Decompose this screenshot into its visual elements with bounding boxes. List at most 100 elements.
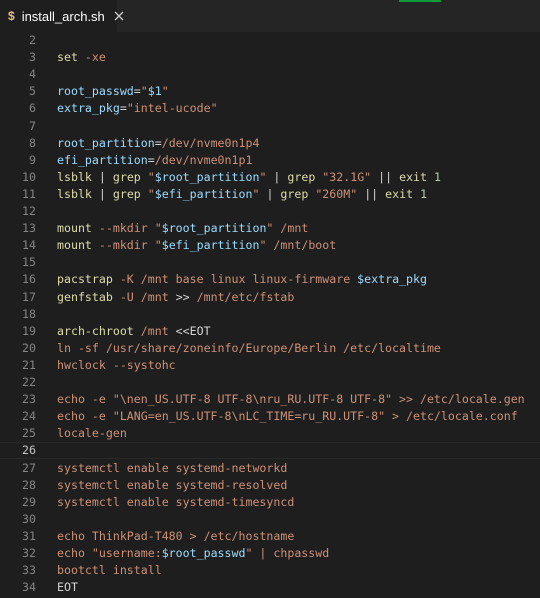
line-text: EOT — [57, 579, 78, 596]
code-token: = — [119, 101, 127, 116]
code-line[interactable]: 18 — [0, 306, 540, 323]
code-line[interactable]: 13 mount --mkdir "$root_partition" /mnt — [0, 220, 540, 237]
code-token: echo -e "LANG=en_US.UTF-8\nLC_TIME=ru_RU… — [57, 409, 518, 424]
code-line[interactable]: 17 genfstab -U /mnt >> /mnt/etc/fstab — [0, 289, 540, 306]
line-text: echo ThinkPad-T480 > /etc/hostname — [57, 528, 294, 545]
line-number: 8 — [29, 135, 36, 150]
code-token: --mkdir — [98, 238, 155, 253]
code-token: genfstab — [57, 289, 120, 304]
code-line[interactable]: 2 — [0, 32, 540, 49]
line-number: 14 — [22, 238, 36, 253]
line-text: mount --mkdir "$efi_partition" /mnt/boot — [57, 237, 336, 254]
code-token: $root_passwd — [161, 546, 246, 560]
code-token: hwclock --systohc — [57, 357, 176, 372]
code-token: >> — [175, 289, 197, 304]
line-text: set -xe — [57, 49, 106, 66]
line-number: 20 — [22, 340, 36, 355]
code-editor[interactable]: 2 3 set -xe 4 5 root_passwd="$1" 6 extra_pkg="i… — [0, 32, 540, 598]
code-line[interactable]: 30 — [0, 511, 540, 528]
line-number: 33 — [22, 563, 36, 578]
code-line[interactable]: 19 arch-chroot /mnt <<EOT — [0, 323, 540, 340]
code-token: /mnt — [280, 221, 309, 236]
code-line[interactable]: 27 systemctl enable systemd-networkd — [0, 460, 540, 477]
code-token: = — [133, 84, 141, 99]
line-number: 13 — [22, 221, 36, 236]
line-number: 3 — [29, 50, 36, 65]
code-line[interactable]: 7 — [0, 118, 540, 135]
code-line[interactable]: 14 mount --mkdir "$efi_partition" /mnt/bo… — [0, 237, 540, 254]
line-text: systemctl enable systemd-timesyncd — [57, 494, 294, 511]
code-line[interactable]: 16 pacstrap -K /mnt base linux linux-firm… — [0, 271, 540, 288]
line-number: 24 — [22, 409, 36, 424]
line-text: efi_partition=/dev/nvme0n1p1 — [57, 152, 252, 169]
code-line[interactable]: 22 — [0, 374, 540, 391]
line-number: 19 — [22, 323, 36, 338]
code-line[interactable]: 6 extra_pkg="intel-ucode" — [0, 100, 540, 117]
line-text: hwclock --systohc — [57, 357, 176, 374]
code-token: $extra_pkg — [357, 272, 427, 287]
line-number: 21 — [22, 357, 36, 372]
code-token: 1 — [434, 169, 441, 184]
code-line[interactable]: 29 systemctl enable systemd-timesyncd — [0, 494, 540, 511]
code-token: exit — [385, 186, 421, 201]
code-token: || — [378, 169, 400, 184]
code-line[interactable]: 24 echo -e "LANG=en_US.UTF-8\nLC_TIME=ru_… — [0, 408, 540, 425]
code-line[interactable]: 9 efi_partition=/dev/nvme0n1p1 — [0, 152, 540, 169]
line-number: 31 — [22, 528, 36, 543]
line-text: ln -sf /usr/share/zoneinfo/Europe/Berlin… — [57, 340, 441, 357]
tab-install-arch[interactable]: $ install_arch.sh — [0, 0, 124, 32]
line-text: systemctl enable systemd-resolved — [57, 477, 287, 494]
code-token: $1 — [147, 84, 162, 99]
code-line[interactable]: 34 EOT — [0, 579, 540, 596]
line-number: 4 — [29, 67, 36, 82]
code-line[interactable]: 3 set -xe — [0, 49, 540, 66]
code-token: "intel-ucode" — [126, 101, 218, 116]
code-line[interactable]: 10 lsblk | grep "$root_partition" | grep … — [0, 169, 540, 186]
code-token: | — [266, 186, 281, 201]
code-line[interactable]: 28 systemctl enable systemd-resolved — [0, 477, 540, 494]
editor-window: $ install_arch.sh 2 3 set -xe 4 5 root_passwd… — [0, 0, 540, 598]
code-line[interactable]: 32 echo "username:$root_passwd" | chpassw… — [0, 545, 540, 562]
code-line[interactable]: 26 — [0, 442, 540, 460]
line-number: 32 — [22, 546, 36, 560]
line-number: 28 — [22, 477, 36, 492]
code-line[interactable]: 11 lsblk | grep "$efi_partition" | grep "… — [0, 186, 540, 203]
code-line[interactable]: 5 root_passwd="$1" — [0, 83, 540, 100]
code-token: $root_partition — [161, 221, 267, 236]
line-number: 17 — [22, 289, 36, 304]
line-text: lsblk | grep "$efi_partition" | grep "26… — [57, 186, 427, 203]
line-text: root_passwd="$1" — [57, 83, 169, 100]
code-line[interactable]: 33 bootctl install — [0, 562, 540, 579]
code-token: /mnt — [140, 323, 176, 338]
code-token: " — [147, 186, 155, 201]
code-token: -U — [119, 289, 141, 304]
code-line[interactable]: 23 echo -e "\nen_US.UTF-8 UTF-8\nru_RU.UT… — [0, 391, 540, 408]
code-token: /dev/nvme0n1p4 — [161, 135, 260, 150]
code-token: "32.1G" — [322, 169, 379, 184]
code-token: || — [364, 186, 386, 201]
line-number: 15 — [22, 255, 36, 270]
code-token: $efi_partition — [154, 186, 253, 201]
code-line[interactable]: 8 root_partition=/dev/nvme0n1p4 — [0, 135, 540, 152]
code-token: mount — [57, 238, 99, 253]
code-token: echo ThinkPad-T480 > /etc/hostname — [57, 528, 295, 543]
line-text: locale-gen — [57, 425, 127, 442]
line-number: 34 — [22, 580, 36, 595]
code-line[interactable]: 4 — [0, 66, 540, 83]
code-token: " — [140, 84, 148, 99]
tab-bar: $ install_arch.sh — [0, 0, 540, 32]
code-token: = — [147, 152, 155, 167]
code-token: " — [266, 221, 281, 236]
close-icon[interactable] — [113, 10, 125, 22]
code-line[interactable]: 25 locale-gen — [0, 425, 540, 442]
code-token: systemctl enable systemd-resolved — [57, 477, 288, 492]
code-line[interactable]: 12 — [0, 203, 540, 220]
code-line[interactable]: 20 ln -sf /usr/share/zoneinfo/Europe/Berl… — [0, 340, 540, 357]
code-line[interactable]: 21 hwclock --systohc — [0, 357, 540, 374]
code-line[interactable]: 31 echo ThinkPad-T480 > /etc/hostname — [0, 528, 540, 545]
line-text: lsblk | grep "$root_partition" | grep "3… — [57, 169, 441, 186]
code-token: set — [57, 50, 85, 65]
code-token: ln -sf /usr/share/zoneinfo/Europe/Berlin… — [57, 340, 441, 355]
code-line[interactable]: 15 — [0, 254, 540, 271]
code-token: systemctl enable systemd-networkd — [57, 460, 288, 475]
